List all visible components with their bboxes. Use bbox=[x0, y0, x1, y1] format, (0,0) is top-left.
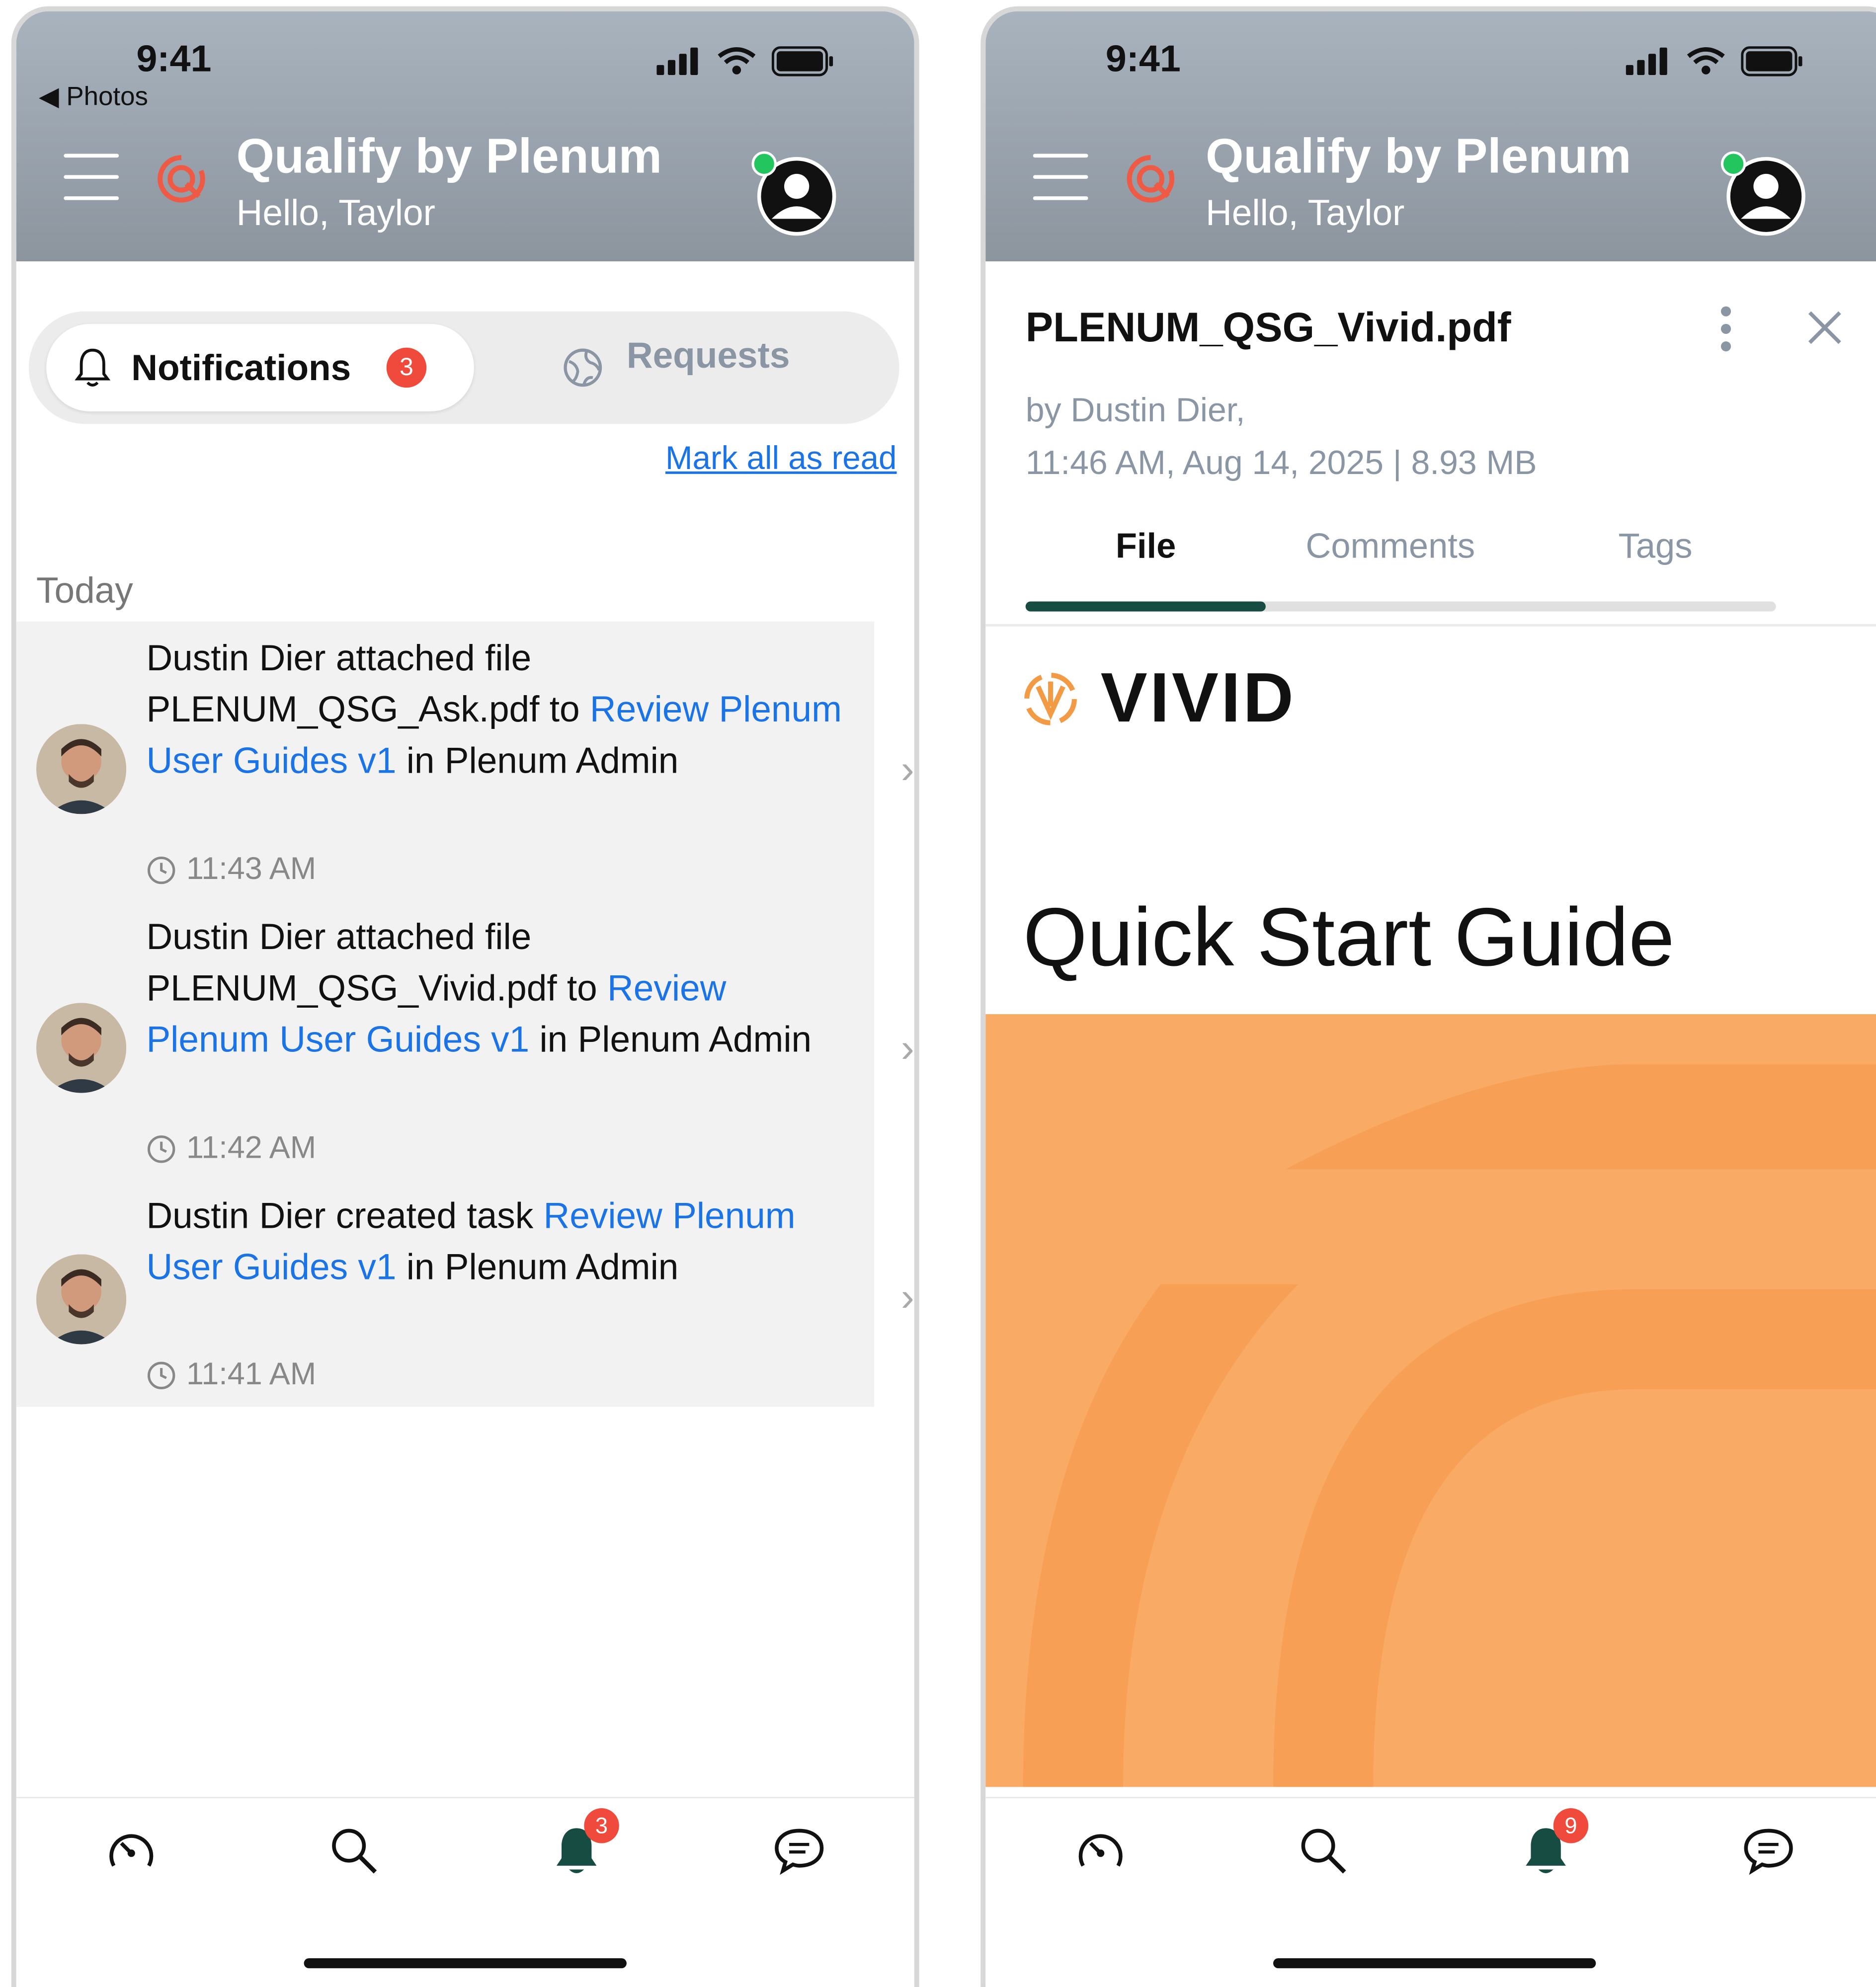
chat-icon[interactable] bbox=[772, 1823, 827, 1878]
back-to-photos[interactable]: ◀ Photos bbox=[39, 81, 148, 113]
chevron-right-icon: › bbox=[900, 746, 914, 792]
status-time: 9:41 bbox=[136, 39, 212, 80]
notifications-requests-toggle: Notifications 3 Requests bbox=[28, 311, 899, 424]
notification-item[interactable]: Dustin Dier created task Review Plenum U… bbox=[16, 1189, 914, 1402]
app-title: Qualify by Plenum bbox=[1206, 130, 1631, 184]
qualify-logo-icon bbox=[158, 155, 205, 203]
notification-time: 11:43 AM bbox=[146, 852, 316, 888]
close-icon[interactable] bbox=[1806, 309, 1844, 347]
signal-icon bbox=[1626, 47, 1667, 76]
online-indicator bbox=[751, 151, 777, 176]
dashboard-gauge-icon[interactable] bbox=[1073, 1823, 1128, 1878]
status-icons bbox=[1626, 46, 1803, 77]
person-photo-icon bbox=[36, 1254, 127, 1345]
bell-outline-icon bbox=[75, 348, 111, 387]
mark-all-read-link[interactable]: Mark all as read bbox=[665, 439, 897, 477]
notification-text: Dustin Dier created task Review Plenum U… bbox=[146, 1192, 846, 1294]
notifications-count-badge: 3 bbox=[386, 347, 427, 388]
bottom-navigation: 3 bbox=[16, 1797, 914, 1986]
menu-icon[interactable] bbox=[1033, 154, 1088, 204]
wifi-icon bbox=[1687, 47, 1725, 75]
notifications-label: Notifications bbox=[131, 349, 351, 389]
file-preview-screen: 9:41 Qualify by Plenum Hello, Taylor PLE… bbox=[980, 6, 1876, 1987]
home-indicator bbox=[304, 1958, 627, 1969]
nav-notification-badge: 9 bbox=[1553, 1808, 1589, 1843]
notification-time: 11:42 AM bbox=[146, 1130, 316, 1167]
notification-message: Dustin Dier attached file PLENUM_QSG_Viv… bbox=[146, 918, 608, 1009]
home-indicator bbox=[1273, 1958, 1596, 1969]
person-photo-icon bbox=[36, 1003, 127, 1093]
file-name: PLENUM_QSG_Vivid.pdf bbox=[1025, 304, 1511, 350]
clock-icon bbox=[147, 1361, 175, 1389]
preview-brand: VIVID bbox=[1100, 657, 1296, 737]
online-indicator bbox=[1720, 151, 1746, 176]
tab-file[interactable]: File bbox=[1116, 527, 1176, 567]
notification-text: Dustin Dier attached file PLENUM_QSG_Ask… bbox=[146, 634, 846, 788]
requests-tab[interactable]: Requests bbox=[627, 336, 790, 378]
notification-suffix: in Plenum Admin bbox=[396, 741, 679, 782]
bottom-navigation: 9 bbox=[985, 1797, 1876, 1986]
battery-icon bbox=[771, 46, 833, 77]
greeting: Hello, Taylor bbox=[1206, 194, 1405, 234]
dashboard-gauge-icon[interactable] bbox=[104, 1823, 159, 1878]
notification-time: 11:41 AM bbox=[146, 1357, 316, 1393]
notification-list: Dustin Dier attached file PLENUM_QSG_Ask… bbox=[16, 621, 914, 1407]
notification-item[interactable]: Dustin Dier attached file PLENUM_QSG_Ask… bbox=[16, 632, 914, 897]
qualify-logo-icon bbox=[1127, 155, 1175, 203]
tab-tags[interactable]: Tags bbox=[1619, 527, 1693, 567]
greeting: Hello, Taylor bbox=[236, 194, 435, 234]
notifications-screen: 9:41 ◀ Photos Qualify by Plenum Hello, T… bbox=[11, 6, 919, 1987]
back-label: Photos bbox=[66, 82, 148, 111]
notification-message: Dustin Dier attached file PLENUM_QSG_Ask… bbox=[146, 639, 590, 730]
chevron-right-icon: › bbox=[900, 1274, 914, 1320]
file-author: by Dustin Dier, bbox=[1025, 391, 1245, 429]
chevron-right-icon: › bbox=[900, 1025, 914, 1071]
clock-icon bbox=[147, 1134, 175, 1163]
notification-text: Dustin Dier attached file PLENUM_QSG_Viv… bbox=[146, 913, 846, 1067]
vivid-logo-icon bbox=[1024, 672, 1077, 725]
tab-indicator-track bbox=[1025, 601, 1776, 612]
tab-notifications[interactable]: Notifications 3 bbox=[46, 323, 474, 411]
signal-icon bbox=[656, 47, 698, 76]
status-time: 9:41 bbox=[1105, 39, 1181, 80]
person-photo-icon bbox=[36, 724, 127, 814]
clock-icon bbox=[147, 856, 175, 884]
time-text: 11:42 AM bbox=[186, 1130, 317, 1166]
avatar-dustin-dier bbox=[36, 1003, 127, 1093]
notification-suffix: in Plenum Admin bbox=[396, 1248, 679, 1288]
notification-suffix: in Plenum Admin bbox=[529, 1020, 812, 1061]
status-icons bbox=[656, 46, 834, 77]
chat-icon[interactable] bbox=[1741, 1823, 1796, 1878]
nav-notification-badge: 3 bbox=[584, 1808, 619, 1843]
search-icon[interactable] bbox=[326, 1823, 382, 1878]
avatar-dustin-dier bbox=[36, 1254, 127, 1345]
notification-item[interactable]: Dustin Dier attached file PLENUM_QSG_Viv… bbox=[16, 910, 914, 1176]
search-icon[interactable] bbox=[1296, 1823, 1351, 1878]
preview-heading: Quick Start Guide bbox=[1023, 890, 1675, 983]
section-header-today: Today bbox=[36, 571, 133, 612]
tab-indicator bbox=[1025, 601, 1266, 612]
app-header: 9:41 Qualify by Plenum Hello, Taylor bbox=[985, 11, 1876, 261]
file-details: 11:46 AM, Aug 14, 2025 | 8.93 MB bbox=[1025, 444, 1537, 481]
wifi-icon bbox=[718, 47, 756, 75]
battery-icon bbox=[1741, 46, 1802, 77]
time-text: 11:41 AM bbox=[186, 1356, 317, 1392]
more-options-icon[interactable] bbox=[1718, 304, 1733, 354]
globe-icon bbox=[564, 348, 602, 387]
notification-message: Dustin Dier created task bbox=[146, 1196, 544, 1237]
app-title: Qualify by Plenum bbox=[236, 130, 662, 184]
tab-comments[interactable]: Comments bbox=[1305, 527, 1475, 567]
cover-arc-shapes bbox=[1023, 1064, 1876, 1787]
avatar-dustin-dier bbox=[36, 724, 127, 814]
time-text: 11:43 AM bbox=[186, 851, 317, 887]
menu-icon[interactable] bbox=[64, 154, 119, 204]
divider bbox=[985, 624, 1876, 627]
app-header: 9:41 ◀ Photos Qualify by Plenum Hello, T… bbox=[16, 11, 914, 261]
pdf-cover-art bbox=[985, 1014, 1876, 1787]
